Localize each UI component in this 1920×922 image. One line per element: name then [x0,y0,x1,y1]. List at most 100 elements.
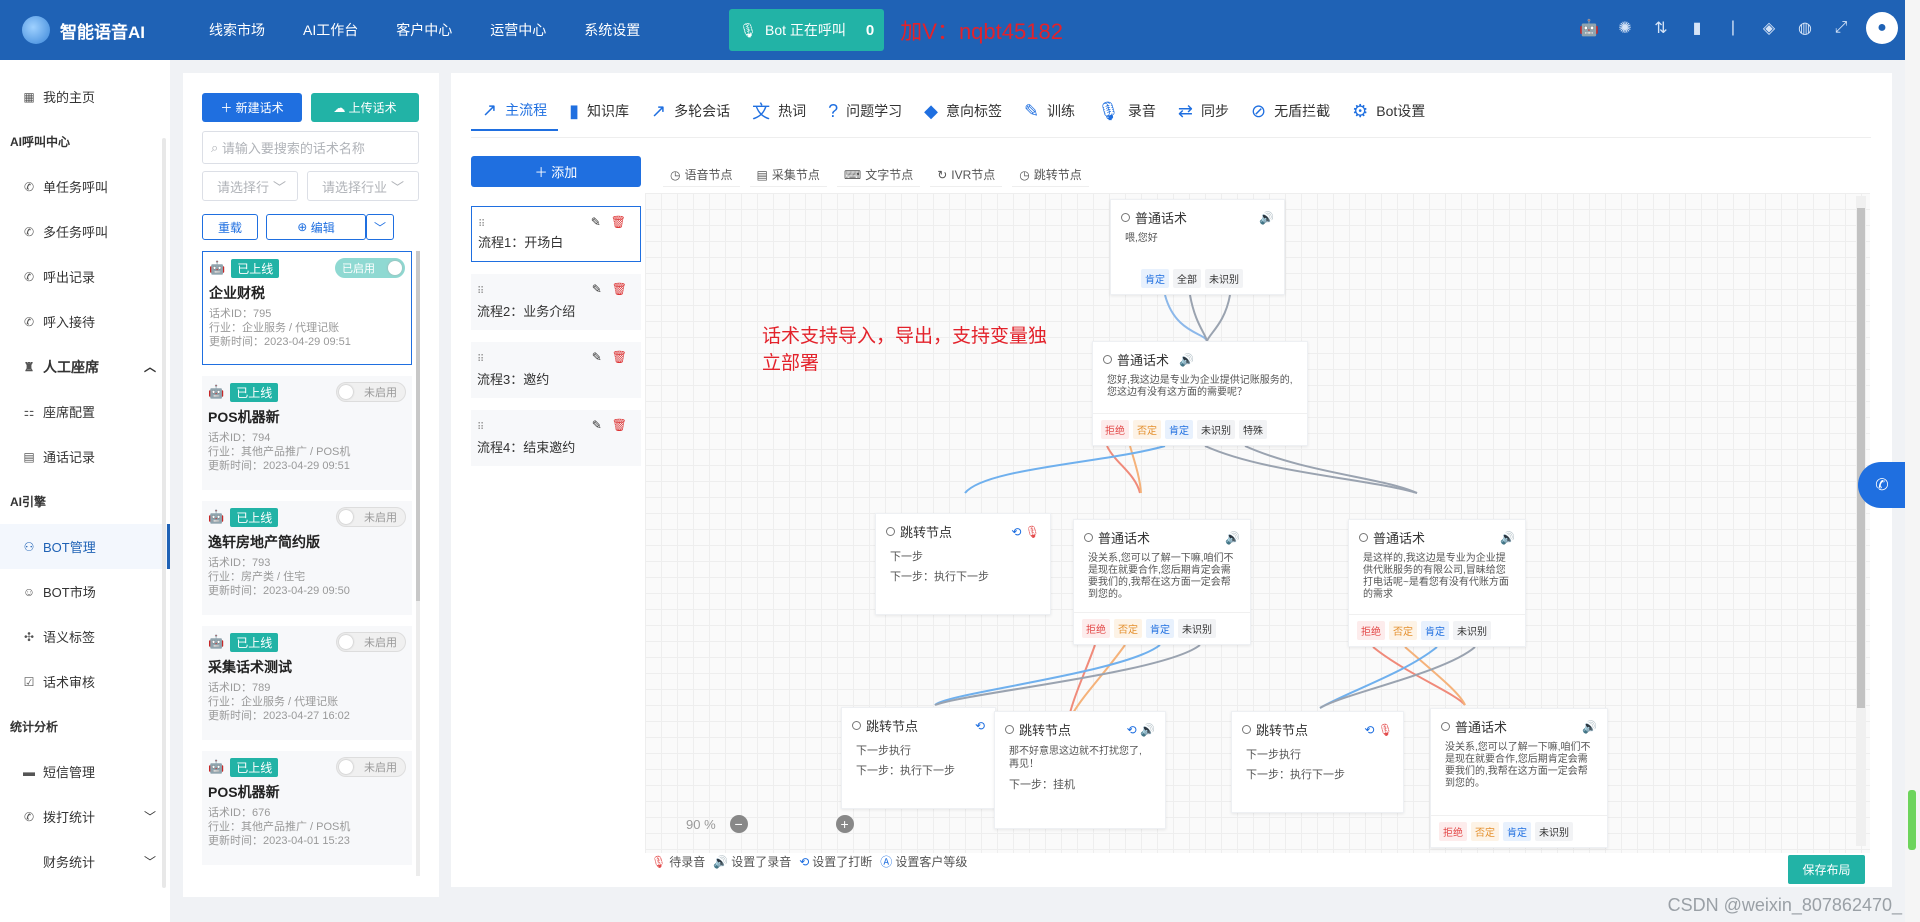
jump-node-tool[interactable]: ◷ 跳转节点 [1012,163,1089,187]
sidebar-item-finance-stats[interactable]: 财务统计 ﹀ [0,839,170,884]
edit-icon[interactable]: ✎ [592,282,602,296]
text-node-tool[interactable]: ⌨ 文字节点 [836,163,921,187]
delete-icon[interactable]: 🗑 [611,215,626,229]
tab-training[interactable]: ✎ 训练 [1013,91,1086,131]
enable-toggle[interactable]: 已启用 [335,258,405,278]
sidebar-item-dial-stats[interactable]: ✆ 拨打统计 ﹀ [0,794,170,839]
list-scrollbar[interactable] [416,251,420,876]
speaker-icon[interactable]: 🔊 [1225,531,1240,545]
delete-icon[interactable]: 🗑 [612,418,627,432]
sidebar-item-script-review[interactable]: ☑ 话术审核 [0,659,170,704]
user-avatar[interactable]: ● [1866,12,1898,44]
jump-node[interactable]: 跳转节点 ⟲ 🔊 那不好意思这边就不打扰您了,再见！ 下一步：挂机 [994,711,1166,829]
branch-tag[interactable]: 拒绝 [1082,619,1110,638]
nav-system-settings[interactable]: 系统设置 [565,20,659,40]
branch-tag[interactable]: 未识别 [1178,619,1216,638]
branch-tag[interactable]: 否定 [1114,619,1142,638]
jump-node[interactable]: 跳转节点 ⟲ 下一步执行 下一步：执行下一步 [841,707,996,809]
sidebar-item-outbound-records[interactable]: ✆ 呼出记录 [0,254,170,299]
globe-icon[interactable]: ◍ [1794,17,1816,39]
branch-tag[interactable]: 肯定 [1503,822,1531,841]
delete-icon[interactable]: 🗑 [612,350,627,364]
speaker-icon[interactable]: 🔊 [1259,211,1274,225]
canvas-scrollbar-thumb[interactable] [1857,208,1865,708]
sidebar-item-home[interactable]: ▦ 我的主页 [0,74,170,119]
script-node[interactable]: 普通话术 🔊 喂,您好 肯定 全部 未识别 [1110,199,1285,295]
reload-button[interactable]: 重载 [202,214,258,240]
flow-item[interactable]: ⠿ ✎ 🗑 流程2：业务介绍 [471,274,641,330]
script-card[interactable]: 🤖 已上线 未启用 采集话术测试 话术ID：789 行业：企业服务 / 代理记账 更新时… [202,626,412,740]
speaker-icon[interactable]: 🔊 [1179,353,1194,367]
industry-select[interactable]: 请选择行业 ﹀ [307,171,419,201]
script-card[interactable]: 🤖 已上线 未启用 POS机器新 话术ID：676 行业：其他产品推广 / POS机更… [202,751,412,865]
branch-tag[interactable]: 否定 [1471,822,1499,841]
branch-tag[interactable]: 未识别 [1197,420,1235,439]
branch-tag[interactable]: 未识别 [1535,822,1573,841]
tab-question-learning[interactable]: ? 问题学习 [817,91,913,131]
branch-tag[interactable]: 未识别 [1453,621,1491,640]
link-icon[interactable]: ⟲ 🎙 [1364,723,1393,737]
script-node[interactable]: 普通话术 🔊 没关系,您可以了解一下嘛,咱们不是现在就要合作,您后期肯定会需要我们… [1073,519,1251,645]
tab-intent-tags[interactable]: ◆ 意向标签 [913,91,1013,131]
branch-tag[interactable]: 拒绝 [1439,822,1467,841]
add-flow-button[interactable]: ＋ 添加 [471,156,641,187]
list-scrollbar-thumb[interactable] [416,251,420,601]
nav-lead-market[interactable]: 线索市场 [190,20,284,40]
tab-recording[interactable]: 🎙 录音 [1086,91,1167,131]
edit-icon[interactable]: ✎ [591,215,601,229]
script-card[interactable]: 🤖 已上线 未启用 逸轩房地产简约版 话术ID：793 行业：房产类 / 住宅 更新时间… [202,501,412,615]
script-card[interactable]: 🤖 已上线 未启用 POS机器新 话术ID：794 行业：其他产品推广 / POS机更… [202,376,412,490]
script-node[interactable]: 普通话术 🔊 您好,我这边是专业为企业提供记账服务的,您这边有没有这方面的需要呢？… [1092,341,1308,446]
page-scrollbar[interactable] [1905,0,1920,922]
jump-node[interactable]: 跳转节点 ⟲ 🎙 下一步执行 下一步：执行下一步 [1231,711,1404,813]
enable-toggle[interactable]: 未启用 [336,507,406,527]
drag-handle-icon[interactable]: ⠿ [478,219,485,230]
zoom-out-button[interactable]: − [729,815,748,833]
tab-sync[interactable]: ⇄ 同步 [1167,91,1240,131]
edit-icon[interactable]: ✎ [592,350,602,364]
compass-icon[interactable]: ◈ [1758,17,1780,39]
drag-handle-icon[interactable]: ⠿ [477,286,484,297]
link-icon[interactable]: ⟲ [975,719,985,733]
script-node[interactable]: 普通话术 🔊 是这样的,我这边是专业为企业提供代账服务的有限公司,冒昧给您打电话呢… [1348,519,1526,647]
branch-tag[interactable]: 拒绝 [1357,621,1385,640]
new-script-button[interactable]: ＋ 新建话术 [202,93,302,122]
canvas-scrollbar[interactable] [1856,196,1866,846]
enable-toggle[interactable]: 未启用 [336,382,406,402]
zoom-in-button[interactable]: + [835,815,854,833]
link-icon[interactable]: ⟲ 🔊 [1127,723,1155,737]
sidebar-item-inbound[interactable]: ✆ 呼入接待 [0,299,170,344]
tab-hotwords[interactable]: 文热词 [741,91,817,131]
sort-select[interactable]: 请选择行 ﹀ [202,171,298,201]
phone-float-button[interactable]: ✆ [1858,462,1906,508]
branch-tag[interactable]: 全部 [1173,269,1201,288]
sidebar-item-bot-market[interactable]: ☺ BOT市场 [0,569,170,614]
upload-script-button[interactable]: ☁ 上传话术 [311,93,419,122]
speaker-icon[interactable]: 🔊 [1500,531,1515,545]
tab-block[interactable]: ⊘ 无盾拦截 [1240,91,1341,131]
nav-operations-center[interactable]: 运营中心 [471,20,565,40]
search-input[interactable]: ⌕ 请输入要搜索的话术名称 [202,131,419,164]
branch-tag[interactable]: 肯定 [1165,420,1193,439]
branch-tag[interactable]: 拒绝 [1101,420,1129,439]
save-layout-button[interactable]: 保存布局 [1788,855,1865,884]
sidebar-item-seat-config[interactable]: ⚏ 座席配置 [0,389,170,434]
edit-icon[interactable]: ✎ [592,418,602,432]
sidebar-item-multi-call[interactable]: ✆ 多任务呼叫 [0,209,170,254]
sort-icon[interactable]: ⇅ [1650,17,1672,39]
script-node[interactable]: 普通话术 🔊 没关系,您可以了解一下嘛,咱们不是现在就要合作,您后期肯定会需要我们… [1430,708,1608,848]
delete-icon[interactable]: 🗑 [612,282,627,296]
voice-node-tool[interactable]: ◷ 语音节点 [663,163,740,187]
sidebar-item-sms[interactable]: ▬ 短信管理 [0,749,170,794]
tab-multi-turn[interactable]: ↗ 多轮会话 [640,91,741,131]
branch-tag[interactable]: 否定 [1389,621,1417,640]
drag-handle-icon[interactable]: ⠿ [477,354,484,365]
drag-handle-icon[interactable]: ⠿ [477,422,484,433]
branch-tag[interactable]: 否定 [1133,420,1161,439]
edit-button[interactable]: ⊕ 编辑 [266,214,366,240]
tab-bot-settings[interactable]: ⚙ Bot设置 [1341,91,1436,131]
ivr-node-tool[interactable]: ↻ IVR节点 [930,163,1003,187]
sidebar-item-bot-management[interactable]: ⚇ BOT管理 [0,524,170,569]
bot-calling-button[interactable]: 🎙 Bot 正在呼叫 0 [729,9,885,51]
enable-toggle[interactable]: 未启用 [336,632,406,652]
